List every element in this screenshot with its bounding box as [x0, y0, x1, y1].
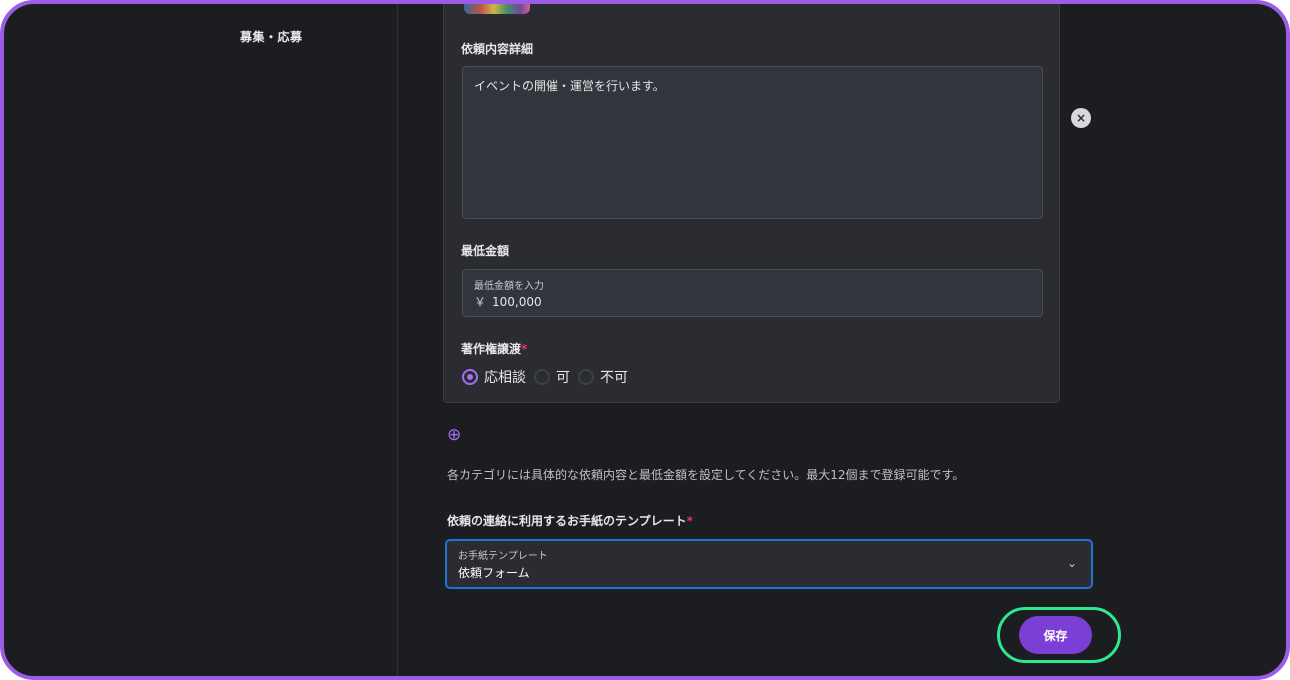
- sidebar-item-recruit[interactable]: 募集・応募: [240, 28, 303, 45]
- radio-not-allowed[interactable]: 不可: [578, 367, 628, 387]
- radio-unchecked-icon: [578, 369, 594, 385]
- close-circle-icon[interactable]: ×: [1071, 108, 1091, 128]
- detail-textarea[interactable]: イベントの開催・運営を行います。: [462, 66, 1043, 219]
- plus-circle-icon[interactable]: ⊕: [447, 427, 464, 444]
- category-help-text: 各カテゴリには具体的な依頼内容と最低金額を設定してください。最大12個まで登録可…: [447, 468, 965, 482]
- detail-text: イベントの開催・運営を行います。: [474, 79, 665, 93]
- chevron-down-icon: ⌄: [1066, 556, 1077, 570]
- copyright-radio-group: 応相談 可 不可: [462, 367, 636, 387]
- min-amount-label: 最低金額: [461, 244, 510, 258]
- app-frame: 募集・応募 依頼内容詳細 イベントの開催・運営を行います。 最低金額 最低金額を…: [0, 0, 1290, 680]
- radio-consult-label: 応相談: [484, 370, 526, 386]
- template-select[interactable]: お手紙テンプレート 依頼フォーム ⌄: [445, 539, 1093, 589]
- required-mark: *: [521, 342, 528, 356]
- radio-consult[interactable]: 応相談: [462, 367, 526, 387]
- category-thumbnail[interactable]: [464, 4, 530, 14]
- copyright-label: 著作権譲渡*: [461, 340, 527, 357]
- required-mark: *: [686, 514, 693, 528]
- template-select-caption: お手紙テンプレート: [458, 551, 548, 562]
- min-amount-placeholder: 最低金額を入力: [474, 281, 544, 292]
- min-amount-value-row: ￥ 100,000: [474, 293, 542, 310]
- radio-not-allowed-label: 不可: [600, 370, 628, 386]
- template-label: 依頼の連絡に利用するお手紙のテンプレート*: [447, 512, 693, 529]
- sidebar: 募集・応募: [4, 4, 398, 676]
- radio-allowed-label: 可: [556, 370, 570, 386]
- radio-unchecked-icon: [534, 369, 550, 385]
- save-button[interactable]: 保存: [1019, 616, 1092, 654]
- radio-allowed[interactable]: 可: [534, 367, 570, 387]
- radio-checked-icon: [462, 369, 478, 385]
- category-card: 依頼内容詳細 イベントの開催・運営を行います。 最低金額 最低金額を入力 ￥ 10…: [443, 4, 1060, 403]
- copyright-label-text: 著作権譲渡: [461, 342, 522, 356]
- yen-icon: ￥: [474, 295, 487, 309]
- min-amount-input[interactable]: 最低金額を入力 ￥ 100,000: [462, 269, 1043, 317]
- detail-label: 依頼内容詳細: [461, 42, 534, 56]
- min-amount-value: 100,000: [492, 295, 542, 309]
- template-label-text: 依頼の連絡に利用するお手紙のテンプレート: [447, 514, 687, 528]
- template-select-value: 依頼フォーム: [458, 566, 530, 580]
